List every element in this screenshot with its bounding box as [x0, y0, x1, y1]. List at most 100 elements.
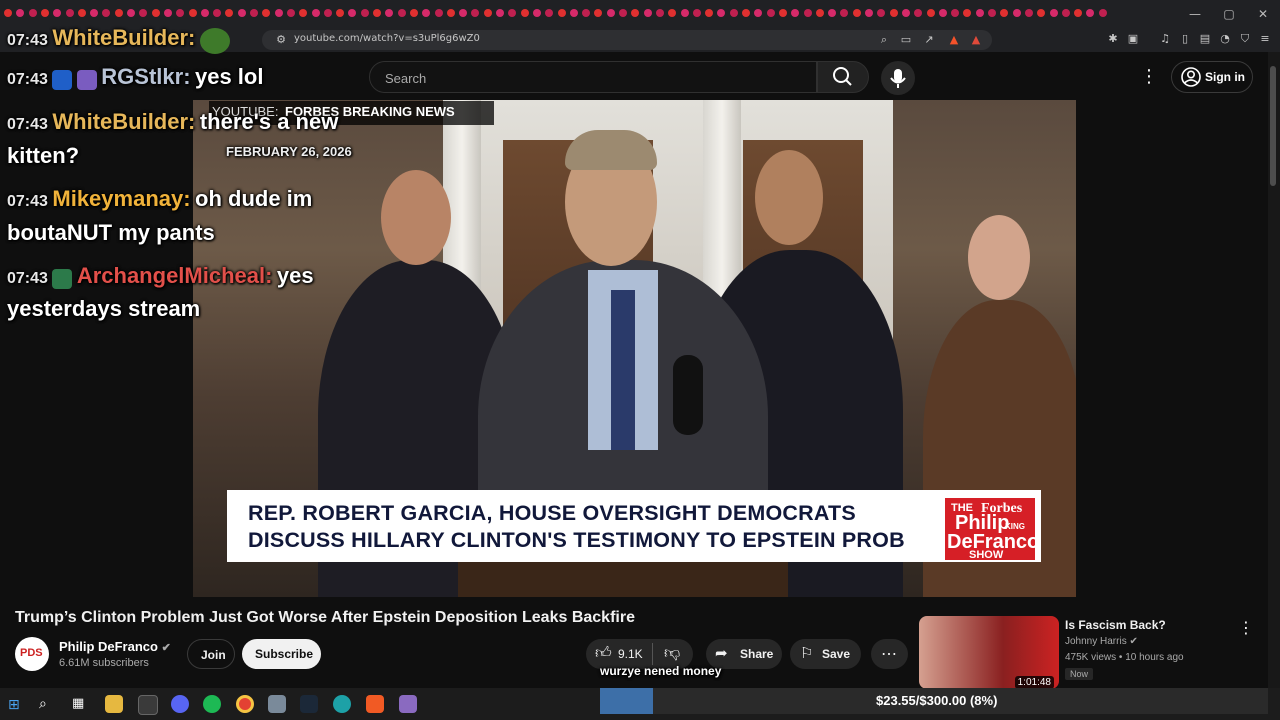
recommended-thumbnail[interactable]: 1:01:48	[919, 616, 1059, 689]
browser-tab-favicon[interactable]	[250, 9, 258, 17]
rewards-icon[interactable]: ▲	[969, 33, 983, 47]
browser-tab-favicon[interactable]	[237, 9, 246, 17]
browser-tab-favicon[interactable]	[742, 9, 750, 17]
browser-tab-favicon[interactable]	[422, 9, 431, 17]
scrollbar[interactable]	[1268, 52, 1280, 688]
sidebar-icon[interactable]: ▯	[1178, 32, 1192, 46]
browser-tab-favicon[interactable]	[1000, 9, 1009, 17]
browser-tab-favicon[interactable]	[729, 9, 738, 17]
browser-tab-favicon[interactable]	[65, 9, 74, 17]
browser-tab-favicon[interactable]	[766, 9, 775, 17]
browser-tab-favicon[interactable]	[1049, 9, 1058, 17]
channel-name[interactable]: Philip DeFranco ✔	[59, 639, 171, 654]
browser-tab-favicon[interactable]	[336, 9, 345, 17]
browser-tab-favicon[interactable]	[471, 9, 480, 17]
browser-tab-favicon[interactable]	[225, 9, 234, 17]
browser-tab-favicon[interactable]	[373, 9, 381, 17]
browser-tab-favicon[interactable]	[213, 9, 222, 17]
like-icon[interactable]: 👍︎	[595, 644, 612, 663]
browser-tab-favicon[interactable]	[828, 9, 837, 17]
extensions-icon[interactable]: ✱	[1106, 32, 1120, 46]
browser-tab-favicon[interactable]	[90, 9, 99, 17]
browser-tab-favicon[interactable]	[803, 9, 812, 17]
browser-tab-favicon[interactable]	[176, 9, 185, 17]
start-icon[interactable]: ⊞	[8, 697, 20, 713]
browser-tab-favicon[interactable]	[532, 9, 541, 17]
discord-icon[interactable]	[171, 695, 189, 713]
browser-tab-favicon[interactable]	[692, 9, 701, 17]
browser-tab-favicon[interactable]	[545, 9, 554, 17]
zoom-icon[interactable]: ⌕	[877, 33, 891, 47]
browser-tab-favicon[interactable]	[299, 9, 308, 17]
recommended-channel[interactable]: Johnny Harris ✔	[1065, 636, 1138, 647]
reading-list-icon[interactable]: ▣	[1126, 32, 1140, 46]
browser-tab-favicon[interactable]	[496, 9, 504, 17]
browser-tab-favicon[interactable]	[4, 9, 12, 17]
browser-tab-favicon[interactable]	[508, 9, 517, 17]
browser-tab-favicon[interactable]	[311, 9, 320, 17]
search-input[interactable]	[383, 68, 807, 88]
browser-tab-favicon[interactable]	[151, 9, 160, 17]
steam-icon[interactable]	[300, 695, 318, 713]
media-icon[interactable]: ♫	[1158, 32, 1172, 46]
browser-tab-favicon[interactable]	[102, 9, 111, 17]
sign-in-button[interactable]: Sign in	[1171, 61, 1253, 93]
browser-tab-favicon[interactable]	[127, 9, 135, 17]
browser-tab-favicon[interactable]	[139, 9, 148, 17]
browser-tab-favicon[interactable]	[286, 9, 295, 17]
browser-tab-favicon[interactable]	[926, 9, 935, 17]
browser-tab-favicon[interactable]	[397, 9, 406, 17]
browser-tab-favicon[interactable]	[680, 9, 689, 17]
browser-tab-favicon[interactable]	[988, 9, 996, 17]
share-page-icon[interactable]: ↗	[922, 33, 936, 47]
obs-icon[interactable]	[138, 695, 158, 715]
close-window-icon[interactable]: ✕	[1246, 0, 1280, 28]
file-explorer-icon[interactable]	[105, 695, 123, 713]
browser-tab-favicon[interactable]	[348, 9, 357, 17]
browser-tab-favicon[interactable]	[1012, 9, 1021, 17]
browser-tab-favicon[interactable]	[901, 9, 910, 17]
search-taskbar-icon[interactable]: ⌕	[39, 696, 47, 712]
wallet-icon[interactable]: ▤	[1198, 32, 1212, 46]
task-view-icon[interactable]: ▦	[72, 696, 84, 711]
browser-tab-favicon[interactable]	[40, 9, 49, 17]
more-actions-button[interactable]: ⋯	[871, 639, 908, 669]
app-icon[interactable]	[268, 695, 286, 713]
menu-icon[interactable]: ≡	[1258, 32, 1272, 46]
browser-tab-favicon[interactable]	[446, 9, 455, 17]
maximize-icon[interactable]: ▢	[1212, 0, 1246, 28]
browser-tab-favicon[interactable]	[815, 9, 824, 17]
browser-tab-favicon[interactable]	[1086, 9, 1095, 17]
browser-tab-favicon[interactable]	[114, 9, 123, 17]
browser-tab-favicon[interactable]	[1074, 9, 1083, 17]
dislike-icon[interactable]: 👎︎	[664, 644, 680, 663]
search-box[interactable]	[369, 61, 817, 93]
channel-avatar[interactable]: PDS	[15, 637, 49, 671]
browser-tab-favicon[interactable]	[705, 9, 714, 17]
browser-tab-favicon[interactable]	[852, 9, 861, 17]
browser-tab-favicon[interactable]	[557, 9, 566, 17]
app-icon-2[interactable]	[399, 695, 417, 713]
browser-tab-favicon[interactable]	[16, 9, 25, 17]
brave-shield-icon[interactable]: ▲	[947, 33, 961, 47]
browser-tab-favicon[interactable]	[28, 9, 37, 17]
search-button[interactable]	[817, 61, 869, 93]
video-player[interactable]: REP. ROBERT GARCIA, HOUSE OVERSIGHT DEMO…	[193, 100, 1076, 597]
browser-tab-favicon[interactable]	[754, 9, 763, 17]
browser-tab-favicon[interactable]	[655, 9, 664, 17]
join-button[interactable]: Join	[187, 639, 235, 669]
spotify-icon[interactable]	[203, 695, 221, 713]
browser-tab-favicon[interactable]	[914, 9, 923, 17]
browser-tab-favicon[interactable]	[385, 9, 394, 17]
browser-tab-favicon[interactable]	[717, 9, 726, 17]
edge-icon[interactable]	[333, 695, 351, 713]
browser-tab-favicon[interactable]	[1061, 9, 1070, 17]
browser-tab-favicon[interactable]	[323, 9, 332, 17]
browser-tab-favicon[interactable]	[840, 9, 849, 17]
browser-tab-favicon[interactable]	[668, 9, 677, 17]
browser-tab-favicon[interactable]	[791, 9, 800, 17]
minimize-icon[interactable]: —	[1178, 0, 1212, 28]
browser-tab-favicon[interactable]	[1037, 9, 1046, 17]
browser-tab-favicon[interactable]	[163, 9, 172, 17]
browser-tab-favicon[interactable]	[643, 9, 652, 17]
